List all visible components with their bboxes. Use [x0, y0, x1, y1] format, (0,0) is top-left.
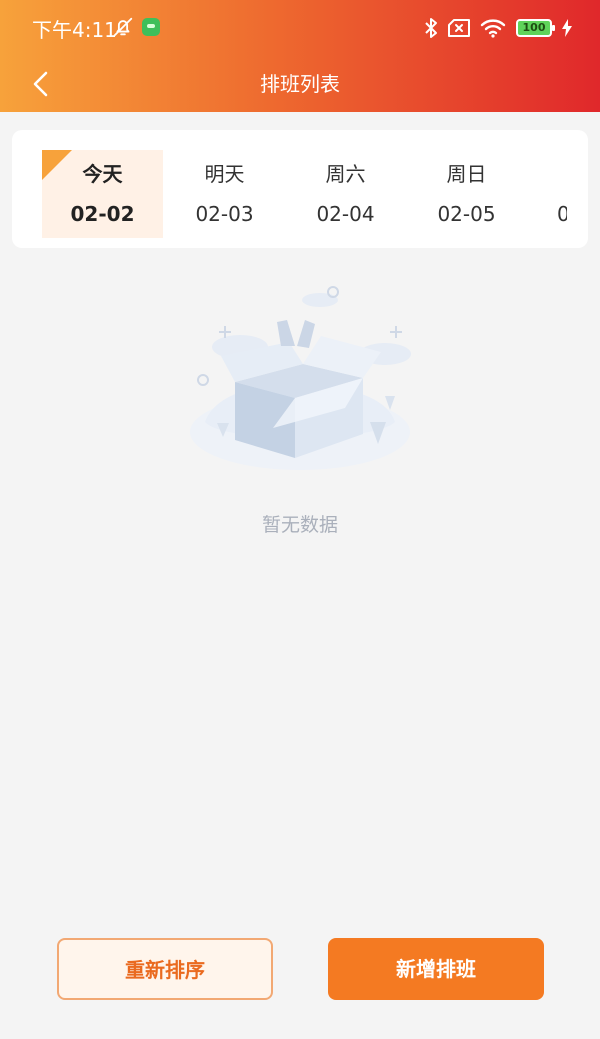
- status-time: 下午4:11: [32, 18, 117, 42]
- tab-date-label: 02-03: [195, 202, 254, 226]
- tab-date-label: 02-05: [437, 202, 496, 226]
- resort-button[interactable]: 重新排序: [57, 938, 273, 1000]
- date-selector: 今天 02-02 明天 02-03 周六 02-04 周日 02-05 0: [12, 130, 588, 248]
- nav-bar: 排班列表: [0, 56, 600, 112]
- add-schedule-button[interactable]: 新增排班: [328, 938, 544, 1000]
- tab-day-label: 周日: [446, 162, 487, 186]
- tab-date-label: 02-04: [316, 202, 375, 226]
- tab-day-label: 周六: [325, 162, 366, 186]
- wifi-icon: [480, 19, 506, 38]
- tab-day-label: 今天: [82, 162, 123, 186]
- charging-icon: [562, 19, 572, 37]
- header: 下午4:11 100 排班列表: [0, 0, 600, 112]
- battery-icon: 100: [516, 19, 555, 37]
- bell-off-icon: [113, 17, 133, 37]
- battery-level: 100: [522, 21, 546, 34]
- status-icons: 100: [424, 16, 572, 40]
- date-tab-next-partial[interactable]: 0: [557, 202, 567, 226]
- date-tab-today[interactable]: 今天 02-02: [42, 150, 163, 238]
- tab-date-label: 02-02: [70, 202, 135, 226]
- bluetooth-icon: [425, 18, 437, 38]
- empty-state-text: 暂无数据: [261, 514, 338, 536]
- sim-off-icon: [448, 19, 470, 37]
- page-title: 排班列表: [260, 72, 340, 96]
- date-tab-tomorrow[interactable]: 明天 02-03: [164, 150, 285, 238]
- status-bar: 下午4:11 100: [0, 0, 600, 56]
- app-notification-icon: [142, 18, 160, 36]
- date-tab-sunday[interactable]: 周日 02-05: [406, 150, 527, 238]
- date-tab-saturday[interactable]: 周六 02-04: [285, 150, 406, 238]
- tab-day-label: 明天: [204, 162, 245, 186]
- empty-box-icon: [190, 286, 411, 470]
